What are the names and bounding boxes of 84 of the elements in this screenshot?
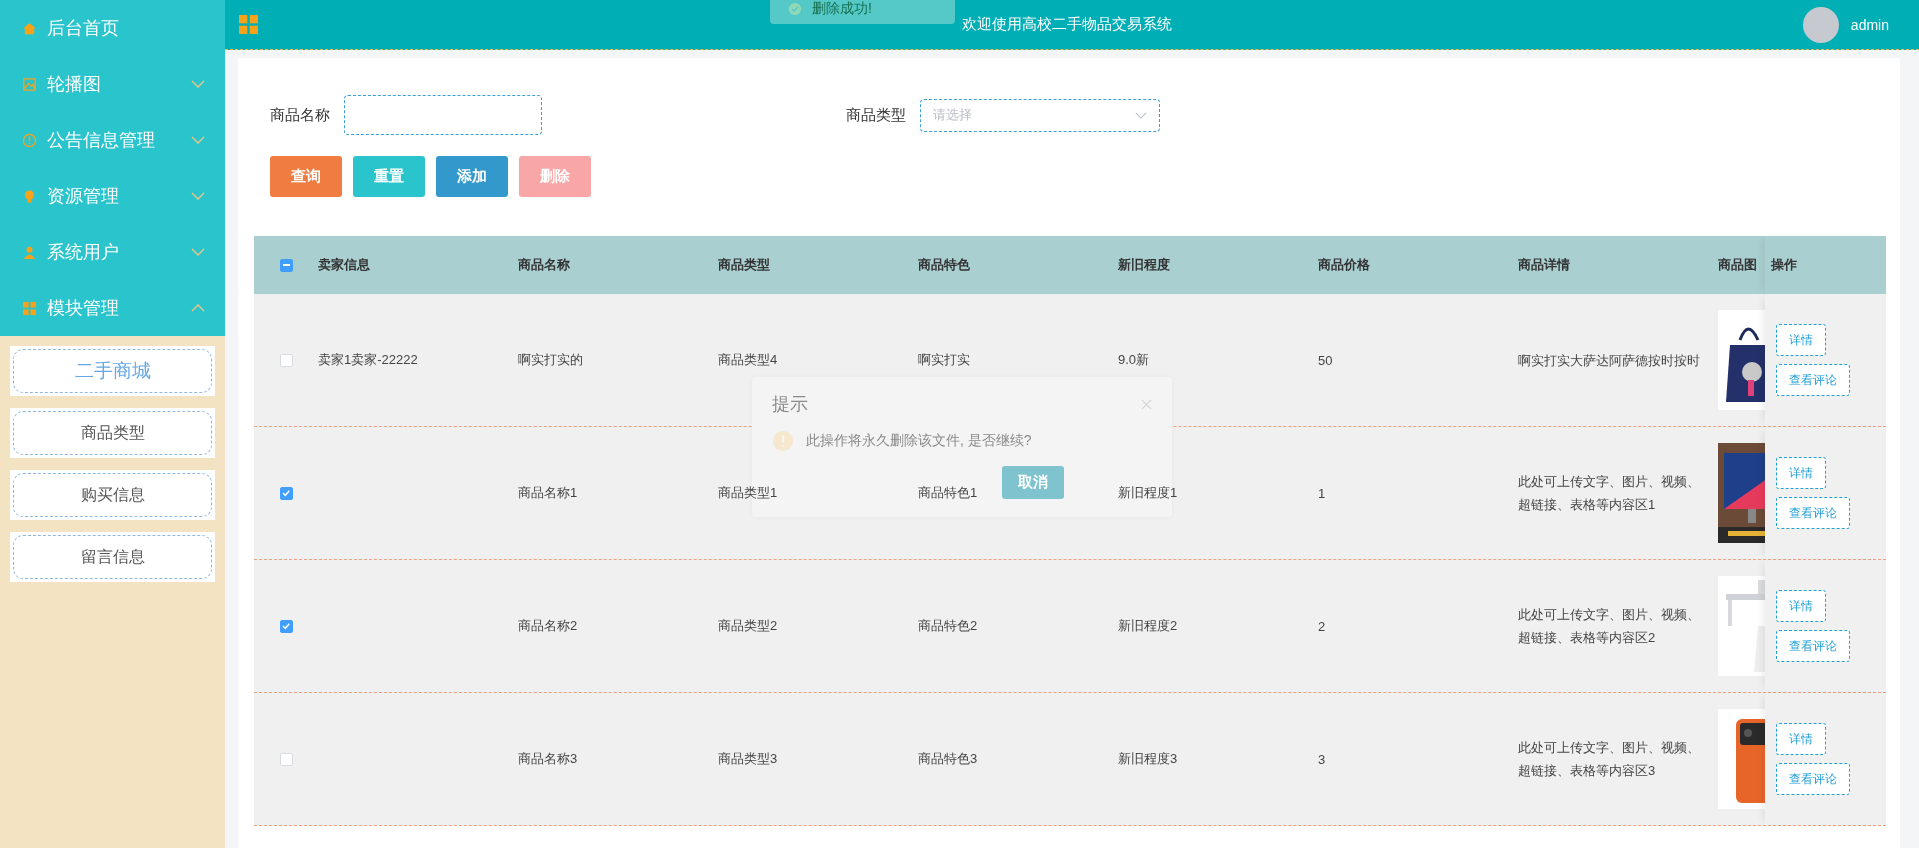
table-cell: 新旧程度3 xyxy=(1118,750,1178,768)
sidebar-item[interactable]: 系统用户 xyxy=(0,224,225,280)
sidebar-item[interactable]: 轮播图 xyxy=(0,56,225,112)
sidebar-item[interactable]: 后台首页 xyxy=(0,0,225,56)
table-cell: 商品名称1 xyxy=(518,484,578,502)
submenu-item[interactable]: 商品类型 xyxy=(13,411,212,455)
table-cell-text: 啊实打实大萨达阿萨德按时按时 xyxy=(1518,351,1700,370)
sidebar-item[interactable]: 模块管理 xyxy=(0,280,225,336)
toast-message: 删除成功! xyxy=(812,0,872,16)
column-header: 商品特色 xyxy=(918,256,970,274)
row-checkbox[interactable] xyxy=(279,619,293,633)
table-cell: 新旧程度1 xyxy=(1118,484,1178,502)
row-action-button[interactable]: 详情 xyxy=(1776,457,1826,489)
table-cell: 1 xyxy=(1318,485,1326,501)
dialog-title: 提示 xyxy=(772,393,808,416)
column-header: 商品类型 xyxy=(718,256,770,274)
table-cell: 啊实打实的 xyxy=(518,351,583,369)
chevron-icon xyxy=(191,80,205,88)
row-action-button[interactable]: 详情 xyxy=(1776,590,1826,622)
submenu-item[interactable]: 购买信息 xyxy=(13,473,212,517)
table-cell: 商品名称3 xyxy=(518,750,578,768)
table-cell: 商品名称2 xyxy=(518,617,578,635)
sidebar-item[interactable]: 公告信息管理 xyxy=(0,112,225,168)
image-icon xyxy=(22,76,37,92)
table-cell-text: 此处可上传文字、图片、视频、超链接、表格等内容区2 xyxy=(1518,606,1701,647)
row-checkbox[interactable] xyxy=(279,486,293,500)
table-cell: 啊实打实 xyxy=(918,351,970,369)
row-action-button[interactable]: 查看评论 xyxy=(1776,364,1850,396)
chevron-icon xyxy=(191,304,205,312)
action-button[interactable]: 查询 xyxy=(270,156,342,197)
close-icon[interactable] xyxy=(1141,398,1152,410)
action-button[interactable]: 添加 xyxy=(436,156,508,197)
user-name[interactable]: admin xyxy=(1850,16,1889,33)
table-cell: 3 xyxy=(1318,751,1326,767)
field-label: 商品类型 xyxy=(846,105,906,125)
type-select[interactable]: 请选择 xyxy=(920,98,1160,132)
table-cell: 2 xyxy=(1318,618,1326,634)
chevron-icon xyxy=(191,136,205,144)
cancel-button[interactable]: 取消 xyxy=(1002,466,1064,499)
menu-icon[interactable] xyxy=(239,15,258,34)
row-action-button[interactable]: 详情 xyxy=(1776,723,1826,755)
table-cell: 9.0新 xyxy=(1118,351,1150,369)
field-label: 商品名称 xyxy=(270,105,330,125)
info-icon xyxy=(22,132,37,148)
name-input[interactable] xyxy=(344,95,542,135)
user-icon xyxy=(22,244,37,260)
column-header: 商品图 xyxy=(1718,256,1757,274)
avatar-icon[interactable] xyxy=(1802,6,1839,43)
chevron-icon xyxy=(191,192,205,200)
header-title: 欢迎使用高校二手物品交易系统 xyxy=(962,15,1172,34)
action-button[interactable]: 重置 xyxy=(353,156,425,197)
table-cell-text: 此处可上传文字、图片、视频、超链接、表格等内容区3 xyxy=(1518,739,1701,780)
column-header: 操作 xyxy=(1771,256,1797,274)
table-cell: 新旧程度2 xyxy=(1118,617,1178,635)
column-header: 新旧程度 xyxy=(1118,256,1170,274)
select-all-checkbox[interactable] xyxy=(279,258,293,272)
column-header: 商品详情 xyxy=(1518,256,1570,274)
sidebar-item[interactable]: 资源管理 xyxy=(0,168,225,224)
column-header: 商品价格 xyxy=(1318,256,1370,274)
submenu-item[interactable]: 留言信息 xyxy=(13,535,212,579)
row-action-button[interactable]: 查看评论 xyxy=(1776,497,1850,529)
home-icon xyxy=(22,20,37,36)
table-cell: 商品类型3 xyxy=(718,750,778,768)
bulb-icon xyxy=(22,188,37,204)
submenu-item[interactable]: 二手商城 xyxy=(13,349,212,393)
grid-icon xyxy=(22,300,37,316)
row-action-button[interactable]: 查看评论 xyxy=(1776,630,1850,662)
column-header: 卖家信息 xyxy=(318,256,370,274)
table-cell: 商品特色2 xyxy=(918,617,978,635)
row-action-button[interactable]: 查看评论 xyxy=(1776,763,1850,795)
warning-icon xyxy=(772,430,794,452)
table-cell: 卖家1卖家-22222 xyxy=(318,351,418,369)
chevron-icon xyxy=(191,248,205,256)
dialog-message: 此操作将永久删除该文件, 是否继续? xyxy=(806,432,1032,450)
row-action-button[interactable]: 详情 xyxy=(1776,324,1826,356)
table-cell: 商品类型4 xyxy=(718,351,778,369)
table-cell-text: 此处可上传文字、图片、视频、超链接、表格等内容区1 xyxy=(1518,473,1701,514)
table-cell: 商品类型2 xyxy=(718,617,778,635)
table-cell: 商品类型1 xyxy=(718,484,778,502)
chevron-icon xyxy=(1135,111,1147,119)
table-cell: 50 xyxy=(1318,352,1333,368)
table-cell: 商品特色1 xyxy=(918,484,978,502)
table-cell: 商品特色3 xyxy=(918,750,978,768)
column-header: 商品名称 xyxy=(518,256,570,274)
